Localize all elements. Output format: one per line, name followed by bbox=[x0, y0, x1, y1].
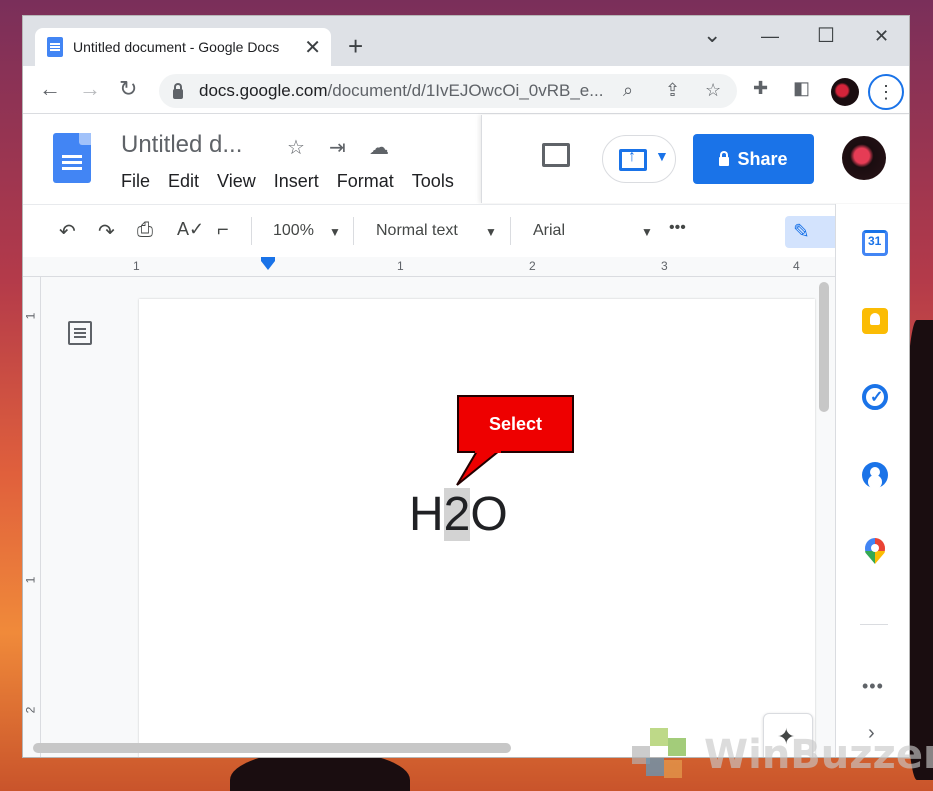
browser-menu-button[interactable]: ⋮ bbox=[868, 74, 904, 110]
print-icon[interactable]: ⎙ bbox=[137, 219, 153, 242]
reload-icon[interactable]: ↻ bbox=[119, 77, 137, 101]
ruler-label: 3 bbox=[661, 259, 668, 273]
back-arrow-icon[interactable]: ← bbox=[39, 77, 61, 101]
editing-mode-button[interactable]: ✎ bbox=[785, 216, 835, 248]
horizontal-scrollbar[interactable] bbox=[33, 743, 511, 753]
share-page-icon[interactable]: ⇪ bbox=[665, 80, 680, 101]
maps-icon[interactable] bbox=[865, 538, 885, 564]
chevron-down-icon[interactable]: ▼ bbox=[329, 225, 341, 239]
tasks-icon[interactable] bbox=[862, 384, 888, 410]
callout-tail bbox=[456, 451, 501, 486]
tab-close-icon[interactable]: ✕ bbox=[304, 35, 321, 60]
chevron-down-icon: ▼ bbox=[655, 148, 669, 164]
paragraph-style-select[interactable]: Normal text bbox=[376, 222, 458, 240]
document-outline-icon[interactable] bbox=[68, 321, 92, 345]
undo-icon[interactable]: ↶ bbox=[59, 219, 76, 244]
docs-header: Untitled d... ☆ ⇥ ☁ File Edit View Inser… bbox=[23, 115, 909, 203]
zoom-select[interactable]: 100% bbox=[273, 222, 314, 240]
menu-tools[interactable]: Tools bbox=[412, 171, 454, 192]
font-select[interactable]: Arial bbox=[533, 222, 565, 240]
tab-strip: Untitled document - Google Docs ✕ + ⌄ — … bbox=[23, 16, 909, 66]
toolbar-divider bbox=[510, 217, 511, 245]
vertical-ruler: 1 1 2 bbox=[23, 277, 41, 757]
paint-format-icon[interactable]: ⌐ bbox=[217, 219, 229, 242]
star-icon[interactable]: ☆ bbox=[287, 135, 305, 160]
calendar-icon[interactable] bbox=[862, 230, 888, 256]
more-options-icon[interactable]: ••• bbox=[669, 219, 686, 237]
horizontal-ruler: 1 1 2 3 4 bbox=[23, 257, 835, 277]
cloud-saved-icon[interactable]: ☁ bbox=[369, 135, 389, 160]
address-bar[interactable]: docs.google.com/document/d/1IvEJOwcOi_0v… bbox=[159, 74, 737, 108]
text-o: O bbox=[470, 488, 508, 541]
watermark-text: WinBuzzer bbox=[704, 732, 933, 778]
tab-title: Untitled document - Google Docs bbox=[73, 39, 280, 55]
docs-favicon-icon bbox=[47, 37, 63, 57]
ruler-label: 1 bbox=[133, 259, 140, 273]
side-panel-icon[interactable]: ◧ bbox=[793, 78, 810, 99]
spellcheck-icon[interactable]: A✓ bbox=[177, 219, 204, 240]
document-title[interactable]: Untitled d... bbox=[121, 131, 242, 159]
tab-search-chevron-icon[interactable]: ⌄ bbox=[703, 22, 721, 48]
tab-docs[interactable]: Untitled document - Google Docs ✕ bbox=[35, 28, 331, 66]
maximize-button[interactable]: ☐ bbox=[817, 23, 835, 48]
redo-icon[interactable]: ↷ bbox=[98, 219, 115, 244]
document-page[interactable]: Select H2O bbox=[139, 299, 815, 757]
account-avatar[interactable] bbox=[842, 136, 886, 180]
extensions-puzzle-icon[interactable]: ✚ bbox=[753, 78, 768, 99]
pencil-icon: ✎ bbox=[793, 221, 810, 243]
document-canvas: Select H2O bbox=[41, 277, 835, 757]
present-button[interactable]: ▼ bbox=[602, 135, 676, 183]
present-screen-icon bbox=[619, 148, 647, 171]
header-actions: ▼ Share bbox=[481, 115, 909, 203]
menu-insert[interactable]: Insert bbox=[274, 171, 319, 192]
close-window-button[interactable]: ✕ bbox=[874, 26, 889, 47]
bookmark-star-icon[interactable]: ☆ bbox=[705, 80, 721, 101]
chevron-down-icon[interactable]: ▼ bbox=[641, 225, 653, 239]
indent-marker[interactable] bbox=[261, 257, 275, 270]
vertical-scrollbar[interactable] bbox=[819, 282, 829, 412]
watermark-logo-icon bbox=[632, 728, 696, 782]
menu-format[interactable]: Format bbox=[337, 171, 394, 192]
menu-bar: File Edit View Insert Format Tools bbox=[121, 171, 472, 192]
lock-icon bbox=[173, 83, 183, 99]
browser-window: Untitled document - Google Docs ✕ + ⌄ — … bbox=[22, 15, 910, 758]
toolbar-divider bbox=[353, 217, 354, 245]
menu-file[interactable]: File bbox=[121, 171, 150, 192]
ruler-label: 2 bbox=[529, 259, 536, 273]
ruler-label: 1 bbox=[23, 312, 38, 320]
docs-logo-icon[interactable] bbox=[53, 133, 91, 183]
comment-history-icon[interactable] bbox=[542, 143, 570, 167]
ruler-label: 4 bbox=[793, 259, 800, 273]
ruler-label: 1 bbox=[397, 259, 404, 273]
forward-arrow-icon[interactable]: → bbox=[79, 77, 101, 101]
url-text: docs.google.com/document/d/1IvEJOwcOi_0v… bbox=[199, 81, 604, 100]
toolbar-divider bbox=[251, 217, 252, 245]
move-folder-icon[interactable]: ⇥ bbox=[329, 135, 346, 160]
side-panel-divider bbox=[860, 624, 888, 625]
menu-view[interactable]: View bbox=[217, 171, 256, 192]
contacts-icon[interactable] bbox=[862, 462, 888, 488]
zoom-icon[interactable]: ⌕ bbox=[623, 80, 633, 101]
lock-icon bbox=[719, 150, 730, 166]
share-label: Share bbox=[737, 148, 788, 169]
format-toolbar: ↶ ↷ ⎙ A✓ ⌐ 100% ▼ Normal text ▼ Arial ▼ … bbox=[23, 204, 835, 257]
profile-avatar[interactable] bbox=[831, 78, 859, 106]
browser-toolbar: ← → ↻ docs.google.com/document/d/1IvEJOw… bbox=[23, 66, 909, 114]
side-panel: ••• › bbox=[835, 204, 909, 757]
watermark: WinBuzzer bbox=[632, 728, 933, 782]
selected-text[interactable]: 2 bbox=[443, 488, 471, 541]
document-text[interactable]: H2O bbox=[409, 487, 508, 542]
minimize-button[interactable]: — bbox=[761, 26, 779, 47]
text-h: H bbox=[409, 488, 444, 541]
menu-edit[interactable]: Edit bbox=[168, 171, 199, 192]
select-callout: Select bbox=[457, 395, 574, 453]
ruler-label: 1 bbox=[23, 576, 38, 584]
new-tab-button[interactable]: + bbox=[348, 33, 363, 59]
more-addons-icon[interactable]: ••• bbox=[862, 676, 884, 697]
share-button[interactable]: Share bbox=[693, 134, 814, 184]
chevron-down-icon[interactable]: ▼ bbox=[485, 225, 497, 239]
keep-icon[interactable] bbox=[862, 308, 888, 334]
ruler-label: 2 bbox=[23, 706, 38, 714]
